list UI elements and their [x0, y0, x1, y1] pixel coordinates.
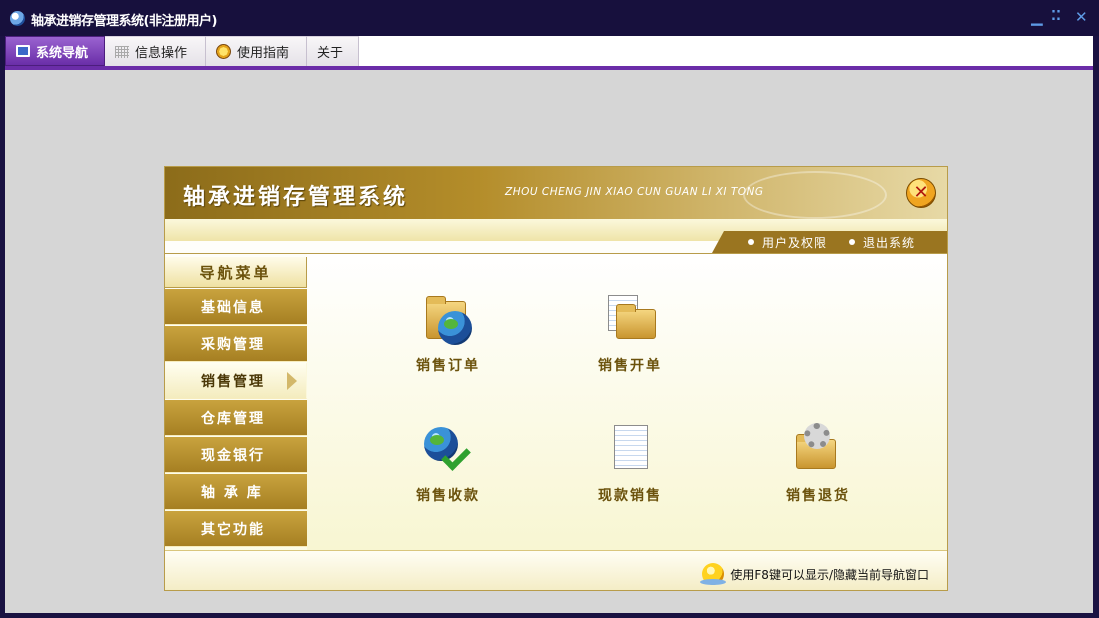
- tip-text: 使用F8键可以显示/隐藏当前导航窗口: [730, 567, 929, 582]
- panel-close-button[interactable]: ✕: [906, 178, 936, 208]
- sidebar-item-basic-info[interactable]: 基础信息: [165, 289, 307, 325]
- bullet-icon: [849, 239, 856, 245]
- panel-title: 轴承进销存管理系统: [183, 185, 409, 210]
- tab-system-navigation[interactable]: 系统导航: [5, 36, 105, 66]
- function-label: 销售开单: [598, 358, 662, 374]
- sidebar-item-label: 仓库管理: [201, 410, 265, 427]
- function-label: 销售退货: [786, 488, 850, 504]
- sidebar-item-warehouse[interactable]: 仓库管理: [165, 400, 307, 436]
- chevron-right-icon: [287, 372, 297, 390]
- tab-strip: 系统导航 信息操作 使用指南 关于: [5, 36, 1093, 66]
- sidebar-menu: 导航菜单 基础信息 采购管理 销售管理 仓库管理 现金银行 轴 承 库 其它功能: [165, 257, 307, 550]
- monitor-icon: [16, 45, 30, 57]
- sales-invoice-button[interactable]: 销售开单: [565, 291, 695, 375]
- document-icon: [602, 421, 658, 477]
- sidebar-item-sales[interactable]: 销售管理: [165, 363, 307, 399]
- sidebar-item-label: 轴 承 库: [201, 484, 263, 501]
- window-title: 轴承进销存管理系统(非注册用户): [31, 14, 217, 29]
- sidebar-item-label: 现金银行: [201, 447, 265, 464]
- link-label: 退出系统: [863, 235, 916, 250]
- app-logo-icon: [10, 11, 25, 26]
- tab-info-operation[interactable]: 信息操作: [105, 36, 206, 66]
- tab-label: 系统导航: [36, 45, 89, 61]
- panel-footer: 使用F8键可以显示/隐藏当前导航窗口: [165, 550, 947, 590]
- folder-sheet-icon: [602, 291, 658, 347]
- minimize-icon[interactable]: ▁: [1031, 8, 1043, 26]
- navigation-panel: 轴承进销存管理系统 ZHOU CHENG JIN XIAO CUN GUAN L…: [164, 166, 948, 591]
- tab-user-guide[interactable]: 使用指南: [206, 36, 307, 66]
- sales-order-button[interactable]: 销售订单: [383, 291, 513, 375]
- sales-return-button[interactable]: 销售退货: [753, 421, 883, 505]
- panel-header: 轴承进销存管理系统 ZHOU CHENG JIN XIAO CUN GUAN L…: [165, 167, 947, 219]
- guide-icon: [216, 44, 231, 59]
- sidebar-item-label: 其它功能: [201, 521, 265, 538]
- link-label: 用户及权限: [762, 235, 828, 250]
- globe-check-icon: [420, 421, 476, 477]
- tab-label: 关于: [317, 46, 344, 61]
- window-close-icon[interactable]: ✕: [1075, 8, 1088, 26]
- top-link-bar: 用户及权限 退出系统: [712, 231, 947, 253]
- function-label: 销售订单: [416, 358, 480, 374]
- f8-tip: 使用F8键可以显示/隐藏当前导航窗口: [700, 563, 929, 585]
- cash-sales-button[interactable]: 现款销售: [565, 421, 695, 505]
- sidebar-item-purchase[interactable]: 采购管理: [165, 326, 307, 362]
- sidebar-item-bearing-library[interactable]: 轴 承 库: [165, 474, 307, 510]
- folder-gear-icon: [790, 421, 846, 477]
- close-icon: ✕: [913, 182, 929, 203]
- bulb-icon: [700, 563, 727, 585]
- sidebar-item-label: 采购管理: [201, 336, 265, 353]
- restore-icon[interactable]: ⁚⁚: [1051, 8, 1061, 26]
- function-area: 销售订单 销售开单 销售收款 现款销售 销售退货: [307, 254, 947, 550]
- tab-label: 信息操作: [135, 46, 188, 61]
- sidebar-item-label: 销售管理: [201, 373, 265, 390]
- tab-about[interactable]: 关于: [307, 36, 359, 66]
- sales-receipt-button[interactable]: 销售收款: [383, 421, 513, 505]
- panel-subtitle: ZHOU CHENG JIN XIAO CUN GUAN LI XI TONG: [505, 186, 764, 198]
- user-permissions-link[interactable]: 用户及权限: [748, 234, 827, 251]
- function-label: 销售收款: [416, 488, 480, 504]
- sidebar-item-cash-bank[interactable]: 现金银行: [165, 437, 307, 473]
- bullet-icon: [748, 239, 754, 245]
- sidebar-item-label: 基础信息: [201, 299, 265, 316]
- tab-label: 使用指南: [237, 46, 290, 61]
- grid-icon: [115, 45, 129, 58]
- window-titlebar: 轴承进销存管理系统(非注册用户) ▁ ⁚⁚ ✕: [0, 0, 1099, 36]
- sidebar-header: 导航菜单: [165, 257, 307, 288]
- folder-globe-icon: [420, 291, 476, 347]
- sidebar-item-other-functions[interactable]: 其它功能: [165, 511, 307, 547]
- function-label: 现款销售: [598, 488, 662, 504]
- exit-system-link[interactable]: 退出系统: [849, 234, 915, 251]
